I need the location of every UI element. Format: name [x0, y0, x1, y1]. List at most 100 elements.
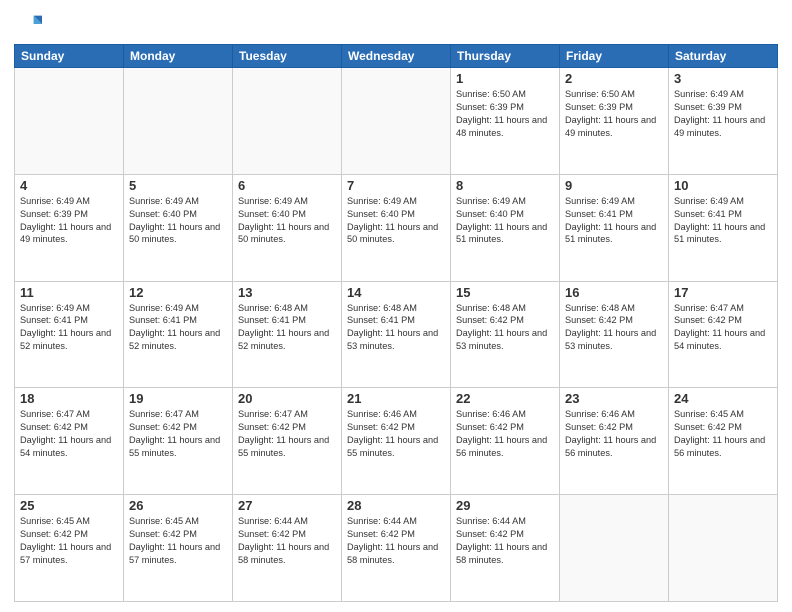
calendar-cell: 1 Sunrise: 6:50 AM Sunset: 6:39 PM Daylig… [451, 68, 560, 175]
week-row-4: 25 Sunrise: 6:45 AM Sunset: 6:42 PM Dayli… [15, 495, 778, 602]
day-info: Sunrise: 6:49 AM Sunset: 6:41 PM Dayligh… [129, 302, 227, 354]
day-info: Sunrise: 6:49 AM Sunset: 6:40 PM Dayligh… [347, 195, 445, 247]
day-number: 1 [456, 71, 554, 86]
day-info: Sunrise: 6:49 AM Sunset: 6:40 PM Dayligh… [456, 195, 554, 247]
calendar-cell: 27 Sunrise: 6:44 AM Sunset: 6:42 PM Dayli… [233, 495, 342, 602]
day-info: Sunrise: 6:45 AM Sunset: 6:42 PM Dayligh… [20, 515, 118, 567]
day-number: 29 [456, 498, 554, 513]
day-number: 20 [238, 391, 336, 406]
day-number: 3 [674, 71, 772, 86]
weekday-header-tuesday: Tuesday [233, 45, 342, 68]
weekday-header-wednesday: Wednesday [342, 45, 451, 68]
day-number: 12 [129, 285, 227, 300]
day-number: 6 [238, 178, 336, 193]
calendar-cell: 9Sunrise: 6:49 AM Sunset: 6:41 PM Daylig… [560, 174, 669, 281]
calendar-cell [124, 68, 233, 175]
day-info: Sunrise: 6:48 AM Sunset: 6:41 PM Dayligh… [238, 302, 336, 354]
logo-icon [14, 10, 42, 38]
day-info: Sunrise: 6:46 AM Sunset: 6:42 PM Dayligh… [347, 408, 445, 460]
day-info: Sunrise: 6:48 AM Sunset: 6:42 PM Dayligh… [456, 302, 554, 354]
week-row-0: 1 Sunrise: 6:50 AM Sunset: 6:39 PM Daylig… [15, 68, 778, 175]
weekday-header-sunday: Sunday [15, 45, 124, 68]
weekday-header-monday: Monday [124, 45, 233, 68]
day-number: 21 [347, 391, 445, 406]
calendar-cell [15, 68, 124, 175]
day-number: 2 [565, 71, 663, 86]
calendar-cell [669, 495, 778, 602]
day-info: Sunrise: 6:47 AM Sunset: 6:42 PM Dayligh… [238, 408, 336, 460]
calendar-cell: 14 Sunrise: 6:48 AM Sunset: 6:41 PM Dayli… [342, 281, 451, 388]
weekday-header-row: SundayMondayTuesdayWednesdayThursdayFrid… [15, 45, 778, 68]
calendar-cell [560, 495, 669, 602]
day-info: Sunrise: 6:44 AM Sunset: 6:42 PM Dayligh… [347, 515, 445, 567]
calendar-cell: 19 Sunrise: 6:47 AM Sunset: 6:42 PM Dayli… [124, 388, 233, 495]
calendar-cell: 15 Sunrise: 6:48 AM Sunset: 6:42 PM Dayli… [451, 281, 560, 388]
calendar-cell: 5Sunrise: 6:49 AM Sunset: 6:40 PM Daylig… [124, 174, 233, 281]
header [14, 10, 778, 38]
calendar-cell: 11 Sunrise: 6:49 AM Sunset: 6:41 PM Dayli… [15, 281, 124, 388]
calendar-cell: 17 Sunrise: 6:47 AM Sunset: 6:42 PM Dayli… [669, 281, 778, 388]
day-number: 10 [674, 178, 772, 193]
day-info: Sunrise: 6:49 AM Sunset: 6:40 PM Dayligh… [238, 195, 336, 247]
calendar-cell: 7 Sunrise: 6:49 AM Sunset: 6:40 PM Daylig… [342, 174, 451, 281]
day-number: 4 [20, 178, 118, 193]
day-number: 7 [347, 178, 445, 193]
day-number: 24 [674, 391, 772, 406]
calendar-cell: 3 Sunrise: 6:49 AM Sunset: 6:39 PM Daylig… [669, 68, 778, 175]
day-number: 8 [456, 178, 554, 193]
day-info: Sunrise: 6:45 AM Sunset: 6:42 PM Dayligh… [674, 408, 772, 460]
day-number: 27 [238, 498, 336, 513]
calendar-cell [342, 68, 451, 175]
calendar-cell: 18 Sunrise: 6:47 AM Sunset: 6:42 PM Dayli… [15, 388, 124, 495]
logo [14, 10, 46, 38]
day-info: Sunrise: 6:49 AM Sunset: 6:41 PM Dayligh… [20, 302, 118, 354]
calendar-cell: 24 Sunrise: 6:45 AM Sunset: 6:42 PM Dayli… [669, 388, 778, 495]
week-row-2: 11 Sunrise: 6:49 AM Sunset: 6:41 PM Dayli… [15, 281, 778, 388]
day-number: 15 [456, 285, 554, 300]
calendar-cell: 21 Sunrise: 6:46 AM Sunset: 6:42 PM Dayli… [342, 388, 451, 495]
calendar-table: SundayMondayTuesdayWednesdayThursdayFrid… [14, 44, 778, 602]
calendar-cell: 25 Sunrise: 6:45 AM Sunset: 6:42 PM Dayli… [15, 495, 124, 602]
calendar-cell: 10Sunrise: 6:49 AM Sunset: 6:41 PM Dayli… [669, 174, 778, 281]
weekday-header-friday: Friday [560, 45, 669, 68]
weekday-header-thursday: Thursday [451, 45, 560, 68]
day-info: Sunrise: 6:48 AM Sunset: 6:41 PM Dayligh… [347, 302, 445, 354]
day-info: Sunrise: 6:49 AM Sunset: 6:39 PM Dayligh… [20, 195, 118, 247]
day-info: Sunrise: 6:50 AM Sunset: 6:39 PM Dayligh… [565, 88, 663, 140]
day-info: Sunrise: 6:47 AM Sunset: 6:42 PM Dayligh… [674, 302, 772, 354]
day-number: 16 [565, 285, 663, 300]
day-number: 22 [456, 391, 554, 406]
day-number: 25 [20, 498, 118, 513]
calendar-cell: 13 Sunrise: 6:48 AM Sunset: 6:41 PM Dayli… [233, 281, 342, 388]
weekday-header-saturday: Saturday [669, 45, 778, 68]
day-info: Sunrise: 6:44 AM Sunset: 6:42 PM Dayligh… [456, 515, 554, 567]
day-number: 19 [129, 391, 227, 406]
calendar-cell: 16Sunrise: 6:48 AM Sunset: 6:42 PM Dayli… [560, 281, 669, 388]
calendar-cell: 20 Sunrise: 6:47 AM Sunset: 6:42 PM Dayli… [233, 388, 342, 495]
day-number: 13 [238, 285, 336, 300]
calendar-cell: 28Sunrise: 6:44 AM Sunset: 6:42 PM Dayli… [342, 495, 451, 602]
calendar-cell: 23 Sunrise: 6:46 AM Sunset: 6:42 PM Dayli… [560, 388, 669, 495]
calendar-cell [233, 68, 342, 175]
day-info: Sunrise: 6:50 AM Sunset: 6:39 PM Dayligh… [456, 88, 554, 140]
day-info: Sunrise: 6:47 AM Sunset: 6:42 PM Dayligh… [20, 408, 118, 460]
week-row-1: 4 Sunrise: 6:49 AM Sunset: 6:39 PM Daylig… [15, 174, 778, 281]
calendar-cell: 4 Sunrise: 6:49 AM Sunset: 6:39 PM Daylig… [15, 174, 124, 281]
day-info: Sunrise: 6:49 AM Sunset: 6:39 PM Dayligh… [674, 88, 772, 140]
calendar-cell: 26Sunrise: 6:45 AM Sunset: 6:42 PM Dayli… [124, 495, 233, 602]
day-number: 23 [565, 391, 663, 406]
day-info: Sunrise: 6:47 AM Sunset: 6:42 PM Dayligh… [129, 408, 227, 460]
day-number: 17 [674, 285, 772, 300]
day-number: 18 [20, 391, 118, 406]
calendar-cell: 6 Sunrise: 6:49 AM Sunset: 6:40 PM Daylig… [233, 174, 342, 281]
calendar-cell: 22Sunrise: 6:46 AM Sunset: 6:42 PM Dayli… [451, 388, 560, 495]
calendar-cell: 29 Sunrise: 6:44 AM Sunset: 6:42 PM Dayli… [451, 495, 560, 602]
day-info: Sunrise: 6:44 AM Sunset: 6:42 PM Dayligh… [238, 515, 336, 567]
day-info: Sunrise: 6:46 AM Sunset: 6:42 PM Dayligh… [565, 408, 663, 460]
week-row-3: 18 Sunrise: 6:47 AM Sunset: 6:42 PM Dayli… [15, 388, 778, 495]
day-number: 26 [129, 498, 227, 513]
day-info: Sunrise: 6:49 AM Sunset: 6:40 PM Dayligh… [129, 195, 227, 247]
day-number: 11 [20, 285, 118, 300]
day-number: 14 [347, 285, 445, 300]
day-info: Sunrise: 6:49 AM Sunset: 6:41 PM Dayligh… [565, 195, 663, 247]
